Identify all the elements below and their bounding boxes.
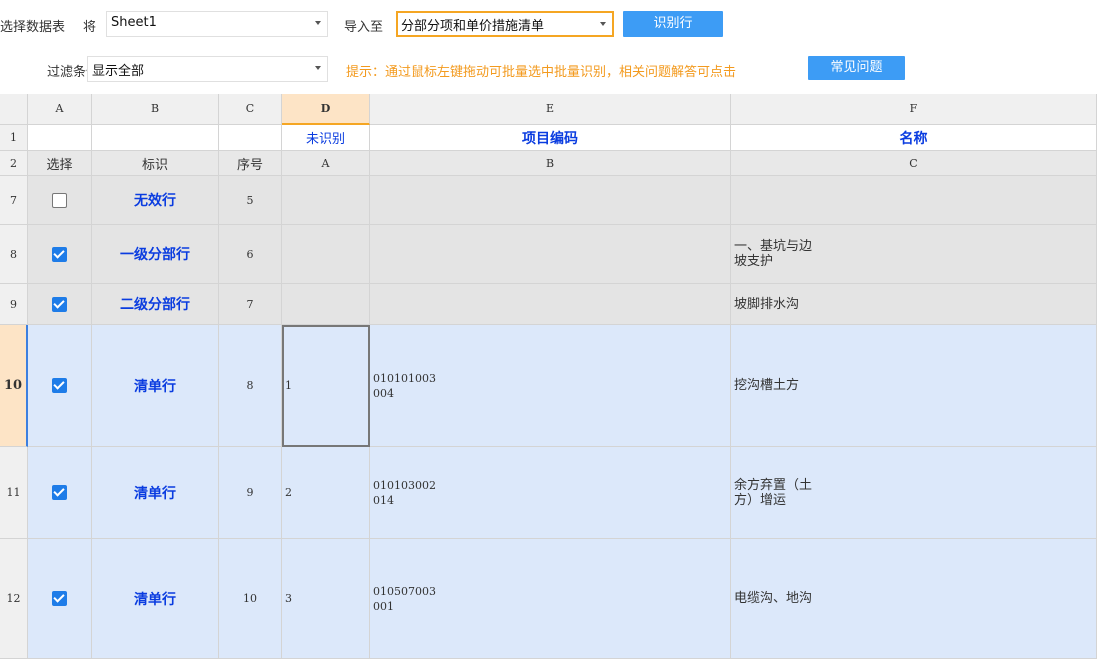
row-type-cell[interactable]: 二级分部行 [92,284,219,325]
to-label: 将 [83,20,97,35]
select-cell[interactable] [28,176,92,225]
filter-select-value: 显示全部 [92,64,145,79]
name-cell[interactable] [731,176,1097,225]
row-type-cell[interactable]: 清单行 [92,447,219,539]
checkbox-checked[interactable] [52,246,67,262]
select-cell[interactable] [28,284,92,325]
column-d-cell[interactable] [282,225,370,284]
checkbox-unchecked[interactable] [52,192,67,208]
row-header-12[interactable]: 12 [0,539,28,659]
column-d-cell[interactable] [282,284,370,325]
select-cell[interactable] [28,447,92,539]
header-cell-f2[interactable]: C [731,151,1097,176]
column-header-a[interactable]: A [28,94,92,125]
name-cell[interactable]: 坡脚排水沟 [731,284,1097,325]
row-type-cell[interactable]: 清单行 [92,539,219,659]
corner-cell[interactable] [0,94,28,125]
toolbar: 选择数据表 将 Sheet1 导入至 分部分项和单价措施清单 识别行 过滤条件 … [0,0,1097,93]
row-header-7[interactable]: 7 [0,176,28,225]
row-header-1[interactable]: 1 [0,125,28,151]
column-header-b[interactable]: B [92,94,219,125]
sheet-select-value: Sheet1 [111,15,157,30]
header-cell-e2[interactable]: B [370,151,731,176]
checkbox-checked[interactable] [52,591,67,606]
header-cell-b1[interactable] [92,125,219,151]
select-cell[interactable] [28,325,92,447]
name-cell[interactable]: 挖沟槽土方 [731,325,1097,447]
column-d-cell[interactable] [282,176,370,225]
column-header-f[interactable]: F [731,94,1097,125]
import-target-select[interactable]: 分部分项和单价措施清单 [396,11,614,37]
import-target-value: 分部分项和单价措施清单 [401,19,545,34]
row-header-8[interactable]: 8 [0,225,28,284]
column-header-d[interactable]: D [282,94,370,125]
header-cell-e1[interactable]: 项目编码 [370,125,731,151]
checkbox-checked[interactable] [52,296,67,312]
header-cell-d1[interactable]: 未识别 [282,125,370,151]
name-cell[interactable]: 余方弃置（土 方）增运 [731,447,1097,539]
sequence-cell[interactable]: 5 [219,176,282,225]
item-code-header: 项目编码 [522,130,578,147]
row-type-cell[interactable]: 清单行 [92,325,219,447]
hint-text: 提示：通过鼠标左键拖动可批量选中批量识别，相关问题解答可点击 [346,65,737,80]
column-d-cell[interactable]: 1 [282,325,370,447]
row-header-9[interactable]: 9 [0,284,28,325]
header-cell-d2[interactable]: A [282,151,370,176]
column-header-e[interactable]: E [370,94,731,125]
sequence-cell[interactable]: 6 [219,225,282,284]
header-cell-c2[interactable]: 序号 [219,151,282,176]
unidentified-label: 未识别 [305,132,345,147]
sequence-cell[interactable]: 9 [219,447,282,539]
import-to-label: 导入至 [344,20,384,35]
header-cell-a1[interactable] [28,125,92,151]
item-code-cell[interactable]: 010103002 014 [370,447,731,539]
item-code-cell[interactable] [370,225,731,284]
row-type-cell[interactable]: 无效行 [92,176,219,225]
name-header: 名称 [899,130,928,147]
header-cell-c1[interactable] [219,125,282,151]
header-cell-a2[interactable]: 选择 [28,151,92,176]
checkbox-checked[interactable] [52,485,67,500]
faq-button[interactable]: 常见问题 [808,56,905,80]
header-cell-f1[interactable]: 名称 [731,125,1097,151]
column-d-cell[interactable]: 3 [282,539,370,659]
name-cell[interactable]: 电缆沟、地沟 [731,539,1097,659]
item-code-cell[interactable] [370,176,731,225]
sequence-cell[interactable]: 8 [219,325,282,447]
select-table-label: 选择数据表 [0,20,66,35]
row-header-2[interactable]: 2 [0,151,28,176]
checkbox-checked[interactable] [52,378,67,393]
column-d-cell[interactable]: 2 [282,447,370,539]
chevron-down-icon [600,22,606,26]
item-code-cell[interactable] [370,284,731,325]
sequence-cell[interactable]: 10 [219,539,282,659]
row-header-10[interactable]: 10 [0,325,28,447]
identify-row-button[interactable]: 识别行 [623,11,723,37]
column-header-c[interactable]: C [219,94,282,125]
select-cell[interactable] [28,539,92,659]
item-code-cell[interactable]: 010507003 001 [370,539,731,659]
sheet-select[interactable]: Sheet1 [106,11,328,37]
chevron-down-icon [315,66,321,70]
row-type-cell[interactable]: 一级分部行 [92,225,219,284]
item-code-cell[interactable]: 010101003 004 [370,325,731,447]
select-cell[interactable] [28,225,92,284]
name-cell[interactable]: 一、基坑与边 坡支护 [731,225,1097,284]
header-cell-b2[interactable]: 标识 [92,151,219,176]
row-header-11[interactable]: 11 [0,447,28,539]
filter-select[interactable]: 显示全部 [87,56,328,82]
chevron-down-icon [315,21,321,25]
sequence-cell[interactable]: 7 [219,284,282,325]
